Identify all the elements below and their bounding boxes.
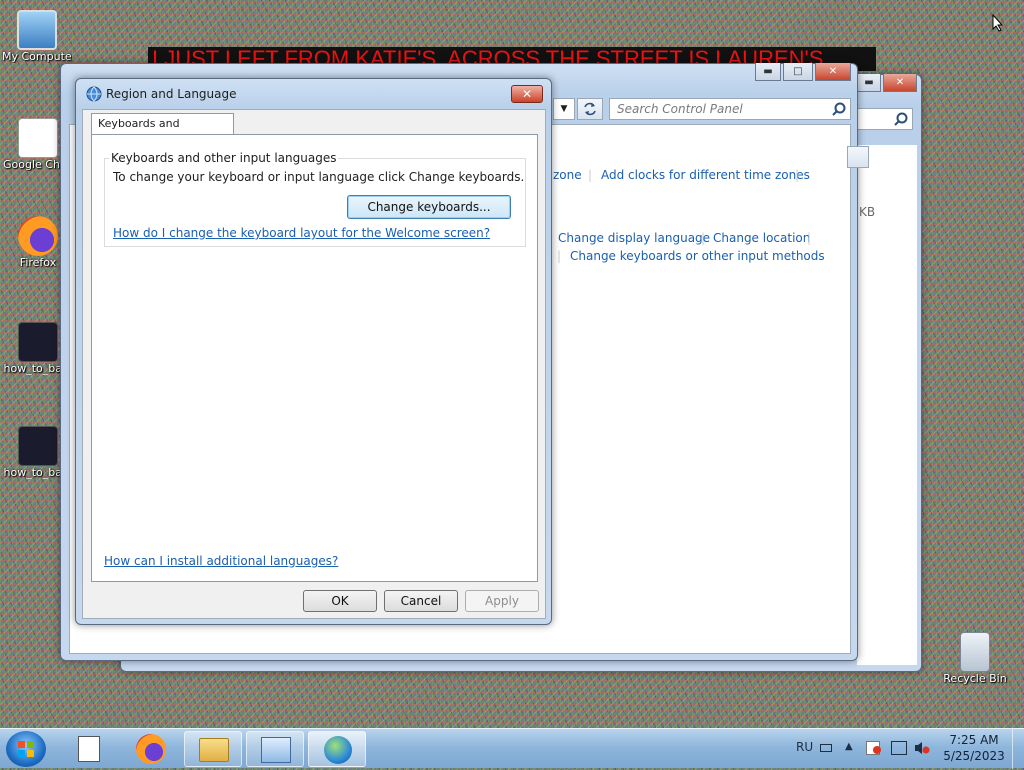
show-hidden-icons-icon[interactable]: ▲ xyxy=(845,741,853,752)
ok-button[interactable]: OK xyxy=(303,590,377,612)
search-box-background[interactable] xyxy=(851,108,913,130)
maximize-button[interactable]: □ xyxy=(783,63,813,81)
taskbar-firefox-button[interactable] xyxy=(122,731,180,767)
firefox-icon xyxy=(18,216,58,256)
minimize-button[interactable]: ▬ xyxy=(857,74,881,92)
link-separator: | xyxy=(557,249,562,263)
close-button[interactable]: ✕ xyxy=(815,63,851,81)
search-control-panel-input[interactable]: Search Control Panel xyxy=(609,98,851,120)
link-change-display-language[interactable]: Change display language xyxy=(558,231,710,245)
desktop-icon-label: My Computer xyxy=(2,50,72,63)
view-options-button[interactable] xyxy=(847,146,869,168)
group-description: To change your keyboard or input languag… xyxy=(113,170,525,184)
search-icon xyxy=(832,102,846,116)
chrome-shortcut-icon xyxy=(18,118,58,158)
link-change-location[interactable]: Change location xyxy=(713,231,810,245)
desktop-icon-recycle-bin[interactable]: Recycle Bin xyxy=(940,632,1010,685)
link-change-keyboards-methods[interactable]: Change keyboards or other input methods xyxy=(570,249,825,263)
refresh-button[interactable] xyxy=(577,98,603,120)
refresh-icon xyxy=(584,102,596,116)
taskbar: RU ▲ 7:25 AM 5/25/2023 xyxy=(0,728,1024,769)
desktop-icon-label: Recycle Bin xyxy=(943,672,1007,685)
taskbar-region-language-button[interactable] xyxy=(308,731,366,767)
link-separator: | xyxy=(807,231,812,245)
tab-panel: Keyboards and other input languages To c… xyxy=(91,134,538,582)
firefox-icon xyxy=(136,734,166,764)
language-indicator[interactable]: RU xyxy=(796,740,813,754)
action-center-icon[interactable] xyxy=(866,741,881,755)
taskbar-notepad-button[interactable] xyxy=(60,731,118,767)
clock-date: 5/25/2023 xyxy=(943,749,1005,763)
start-button[interactable] xyxy=(6,731,46,767)
globe-icon xyxy=(324,736,352,764)
windows-logo-icon xyxy=(18,741,34,757)
desktop-icon-my-computer[interactable]: My Computer xyxy=(2,10,72,63)
show-desktop-button[interactable] xyxy=(1012,729,1024,769)
volume-muted-icon[interactable] xyxy=(914,741,930,755)
computer-icon xyxy=(17,10,57,50)
link-separator: | xyxy=(701,231,706,245)
apply-button[interactable]: Apply xyxy=(465,590,539,612)
globe-icon xyxy=(86,86,102,102)
control-panel-icon xyxy=(261,737,291,763)
taskbar-explorer-button[interactable] xyxy=(184,731,242,767)
dialog-body: Keyboards and Languages Keyboards and ot… xyxy=(82,109,546,619)
close-button[interactable]: ✕ xyxy=(883,74,917,92)
dialog-close-button[interactable]: ✕ xyxy=(511,85,543,103)
search-placeholder: Search Control Panel xyxy=(617,102,743,116)
firefox-file-icon xyxy=(18,426,58,466)
welcome-screen-keyboard-link[interactable]: How do I change the keyboard layout for … xyxy=(113,226,490,240)
link-separator: | xyxy=(588,168,593,182)
firefox-file-icon xyxy=(18,322,58,362)
clock[interactable]: 7:25 AM 5/25/2023 xyxy=(940,733,1008,763)
keyboard-icon[interactable] xyxy=(820,744,832,752)
search-icon xyxy=(894,112,908,126)
region-and-language-dialog[interactable]: Region and Language ✕ Keyboards and Lang… xyxy=(75,78,552,625)
taskbar-control-panel-button[interactable] xyxy=(246,731,304,767)
minimize-button[interactable]: ▬ xyxy=(755,63,781,81)
address-dropdown-button[interactable]: ▼ xyxy=(553,98,575,120)
folder-icon xyxy=(199,738,229,762)
group-title: Keyboards and other input languages xyxy=(109,151,339,165)
cancel-button[interactable]: Cancel xyxy=(384,590,458,612)
link-separator: | xyxy=(795,168,800,182)
install-languages-link[interactable]: How can I install additional languages? xyxy=(104,554,338,568)
network-icon[interactable] xyxy=(891,741,907,755)
recycle-bin-icon xyxy=(960,632,990,672)
change-keyboards-button[interactable]: Change keyboards... xyxy=(347,195,511,219)
mouse-cursor-icon xyxy=(992,14,1004,32)
background-window-content xyxy=(857,145,917,665)
notepad-icon xyxy=(78,736,100,762)
clock-time: 7:25 AM xyxy=(949,733,999,747)
link-add-clocks[interactable]: Add clocks for different time zones xyxy=(601,168,810,182)
tab-keyboards-and-languages[interactable]: Keyboards and Languages xyxy=(91,113,234,150)
kb-size-label: KB xyxy=(859,205,876,219)
link-zone[interactable]: zone xyxy=(553,168,582,182)
dialog-title: Region and Language xyxy=(106,87,237,101)
